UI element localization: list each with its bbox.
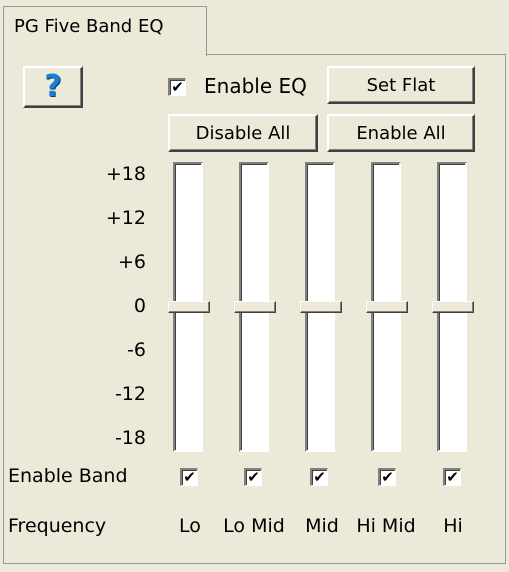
tab-pg-five-band-eq[interactable]: PG Five Band EQ <box>3 6 207 56</box>
slider-thumb[interactable] <box>234 301 276 313</box>
checkmark-icon: ✔ <box>183 468 196 486</box>
set-flat-label: Set Flat <box>366 74 436 96</box>
disable-all-button[interactable]: Disable All <box>168 114 318 152</box>
checkmark-icon: ✔ <box>313 468 326 486</box>
enable-eq-checkbox[interactable]: ✔ <box>168 78 186 96</box>
enable-band-checkbox[interactable]: ✔ <box>378 468 396 486</box>
enable-all-label: Enable All <box>356 122 446 144</box>
enable-band-checkbox[interactable]: ✔ <box>443 468 461 486</box>
enable-band-checkbox[interactable]: ✔ <box>244 468 262 486</box>
scale-label: +12 <box>105 207 146 229</box>
checkmark-icon: ✔ <box>247 468 260 486</box>
checkmark-icon: ✔ <box>381 468 394 486</box>
band-slider[interactable] <box>234 162 278 452</box>
help-button[interactable]: ? <box>23 66 83 108</box>
enable-band-checkbox[interactable]: ✔ <box>310 468 328 486</box>
set-flat-button[interactable]: Set Flat <box>327 66 475 104</box>
scale-label: +6 <box>117 251 146 273</box>
scale-label: -18 <box>114 427 146 449</box>
band-slider[interactable] <box>300 162 344 452</box>
tab-title: PG Five Band EQ <box>14 16 164 37</box>
question-mark-icon: ? <box>44 69 62 104</box>
enable-eq-label: Enable EQ <box>204 74 307 98</box>
band-slider[interactable] <box>168 162 212 452</box>
checkmark-icon: ✔ <box>446 468 459 486</box>
disable-all-label: Disable All <box>195 122 291 144</box>
band-slider[interactable] <box>366 162 410 452</box>
scale-label: -12 <box>114 383 146 405</box>
scale-label: 0 <box>133 295 146 317</box>
enable-band-checkbox[interactable]: ✔ <box>180 468 198 486</box>
frequency-label: Frequency <box>8 515 107 537</box>
band-slider[interactable] <box>432 162 476 452</box>
scale-label: -6 <box>127 339 146 361</box>
slider-thumb[interactable] <box>366 301 408 313</box>
slider-thumb[interactable] <box>432 301 474 313</box>
slider-thumb[interactable] <box>300 301 342 313</box>
enable-band-label: Enable Band <box>8 465 128 487</box>
slider-thumb[interactable] <box>168 301 210 313</box>
scale-label: +18 <box>105 163 146 185</box>
checkmark-icon: ✔ <box>171 78 184 96</box>
enable-all-button[interactable]: Enable All <box>327 114 475 152</box>
band-name: Hi <box>443 515 463 537</box>
